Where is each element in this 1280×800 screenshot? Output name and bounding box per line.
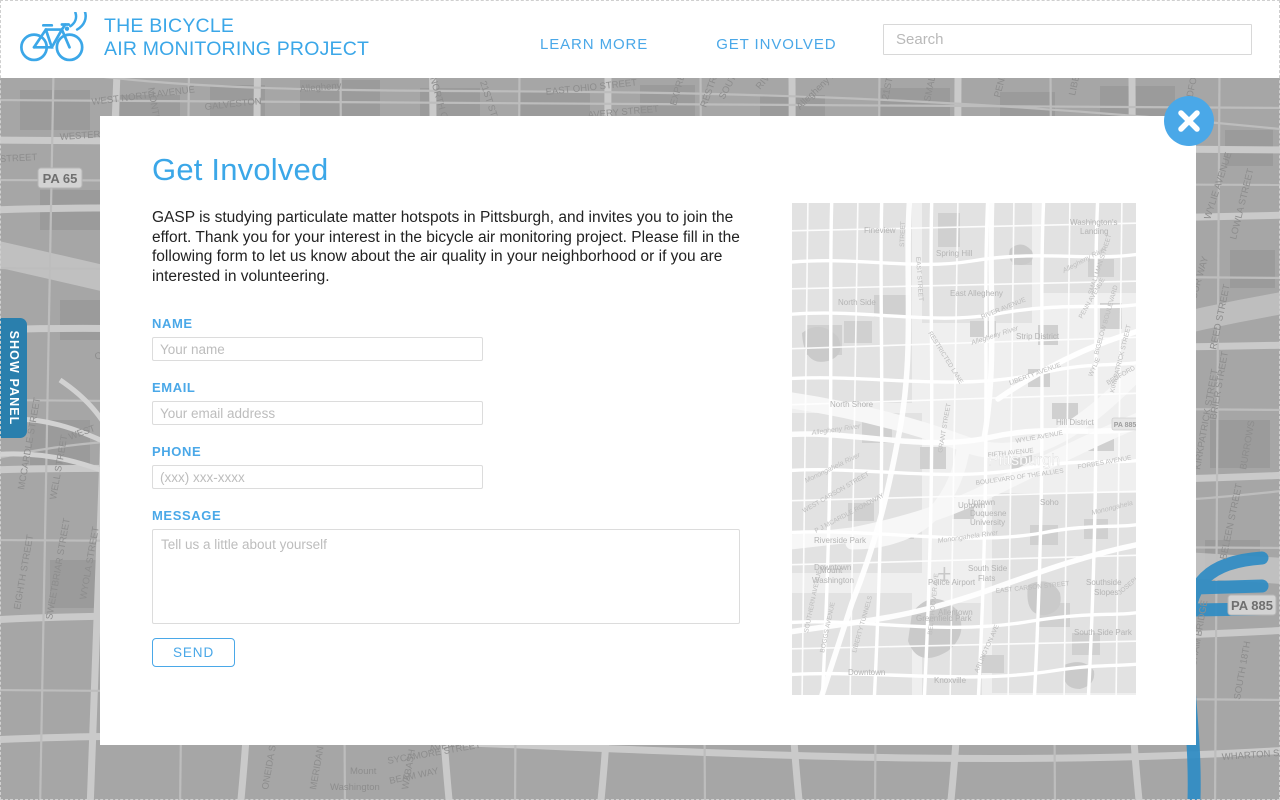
email-input[interactable]	[152, 401, 483, 425]
svg-text:Southside: Southside	[1086, 578, 1122, 587]
svg-text:Duquesne: Duquesne	[970, 509, 1007, 518]
field-group-name: NAME	[152, 316, 752, 361]
svg-text:Washington: Washington	[330, 782, 380, 793]
bicycle-with-signal-waves-icon	[20, 12, 87, 62]
site-header: THE BICYCLE AIR MONITORING PROJECT LEARN…	[0, 0, 1280, 78]
svg-text:South Side Park: South Side Park	[1074, 628, 1133, 637]
main-nav: LEARN MORE GET INVOLVED	[540, 36, 836, 53]
svg-text:Spring Hill: Spring Hill	[936, 249, 973, 258]
page-title: Get Involved	[152, 152, 329, 187]
pittsburgh-map-thumbnail[interactable]: PA 885 Pittsburgh Fineview Spring Hill E…	[792, 203, 1136, 695]
svg-text:Soho: Soho	[1040, 498, 1059, 507]
svg-text:Mount: Mount	[820, 566, 843, 575]
svg-text:Landing: Landing	[1080, 227, 1108, 236]
svg-text:North Shore: North Shore	[830, 400, 874, 409]
nav-learn-more[interactable]: LEARN MORE	[540, 36, 648, 53]
message-label: MESSAGE	[152, 508, 222, 523]
email-label: EMAIL	[152, 380, 196, 395]
search-box[interactable]	[883, 24, 1252, 55]
svg-text:Downtown: Downtown	[848, 668, 885, 677]
phone-input[interactable]	[152, 465, 483, 489]
close-modal-button[interactable]	[1164, 96, 1214, 146]
svg-text:PA 885: PA 885	[1114, 422, 1136, 429]
show-panel-tab[interactable]: SHOW PANEL	[0, 318, 27, 438]
search-input[interactable]	[884, 25, 1251, 54]
svg-text:PA 885: PA 885	[1231, 598, 1273, 613]
svg-text:Knoxville: Knoxville	[934, 676, 967, 685]
svg-text:Strip District: Strip District	[1016, 332, 1060, 341]
name-input[interactable]	[152, 337, 483, 361]
name-label: NAME	[152, 316, 193, 331]
svg-text:Slopes: Slopes	[1094, 588, 1118, 597]
get-involved-modal: Get Involved GASP is studying particulat…	[100, 116, 1196, 745]
svg-text:East Allegheny: East Allegheny	[950, 289, 1003, 298]
svg-text:University: University	[970, 518, 1005, 527]
get-involved-form: NAME EMAIL PHONE MESSAGE SEND	[152, 316, 752, 667]
svg-text:Riverside Park: Riverside Park	[814, 536, 867, 545]
field-group-email: EMAIL	[152, 380, 752, 425]
svg-text:Greenfield Park: Greenfield Park	[916, 614, 973, 623]
send-button[interactable]: SEND	[152, 638, 236, 667]
message-textarea[interactable]	[152, 529, 740, 624]
modal-intro-text: GASP is studying particulate matter hots…	[152, 209, 740, 285]
svg-text:Flats: Flats	[978, 574, 995, 583]
svg-text:Uptown: Uptown	[958, 501, 985, 510]
show-panel-label: SHOW PANEL	[6, 330, 21, 426]
svg-text:Mount: Mount	[350, 766, 377, 777]
site-logo[interactable]: THE BICYCLE AIR MONITORING PROJECT	[18, 12, 369, 64]
field-group-phone: PHONE	[152, 444, 752, 489]
svg-text:STREET: STREET	[0, 152, 38, 165]
nav-get-involved[interactable]: GET INVOLVED	[716, 36, 836, 53]
svg-text:South Side: South Side	[968, 564, 1008, 573]
brand-text: THE BICYCLE AIR MONITORING PROJECT	[104, 15, 369, 61]
brand-line-2: AIR MONITORING PROJECT	[104, 38, 370, 60]
field-group-message: MESSAGE	[152, 508, 752, 624]
phone-label: PHONE	[152, 444, 202, 459]
svg-text:STREET: STREET	[899, 221, 907, 247]
svg-text:PA 65: PA 65	[43, 171, 78, 186]
svg-text:Hill District: Hill District	[1056, 418, 1095, 427]
brand-line-1: THE BICYCLE	[104, 15, 235, 37]
close-x-icon	[1178, 110, 1200, 132]
app-root: PA 65 PA 885 STREET WEST NORTH AVENUE GA…	[0, 0, 1280, 800]
svg-text:North Side: North Side	[838, 298, 876, 307]
svg-text:Fineview: Fineview	[864, 226, 896, 235]
svg-text:Washington's: Washington's	[1070, 218, 1117, 227]
